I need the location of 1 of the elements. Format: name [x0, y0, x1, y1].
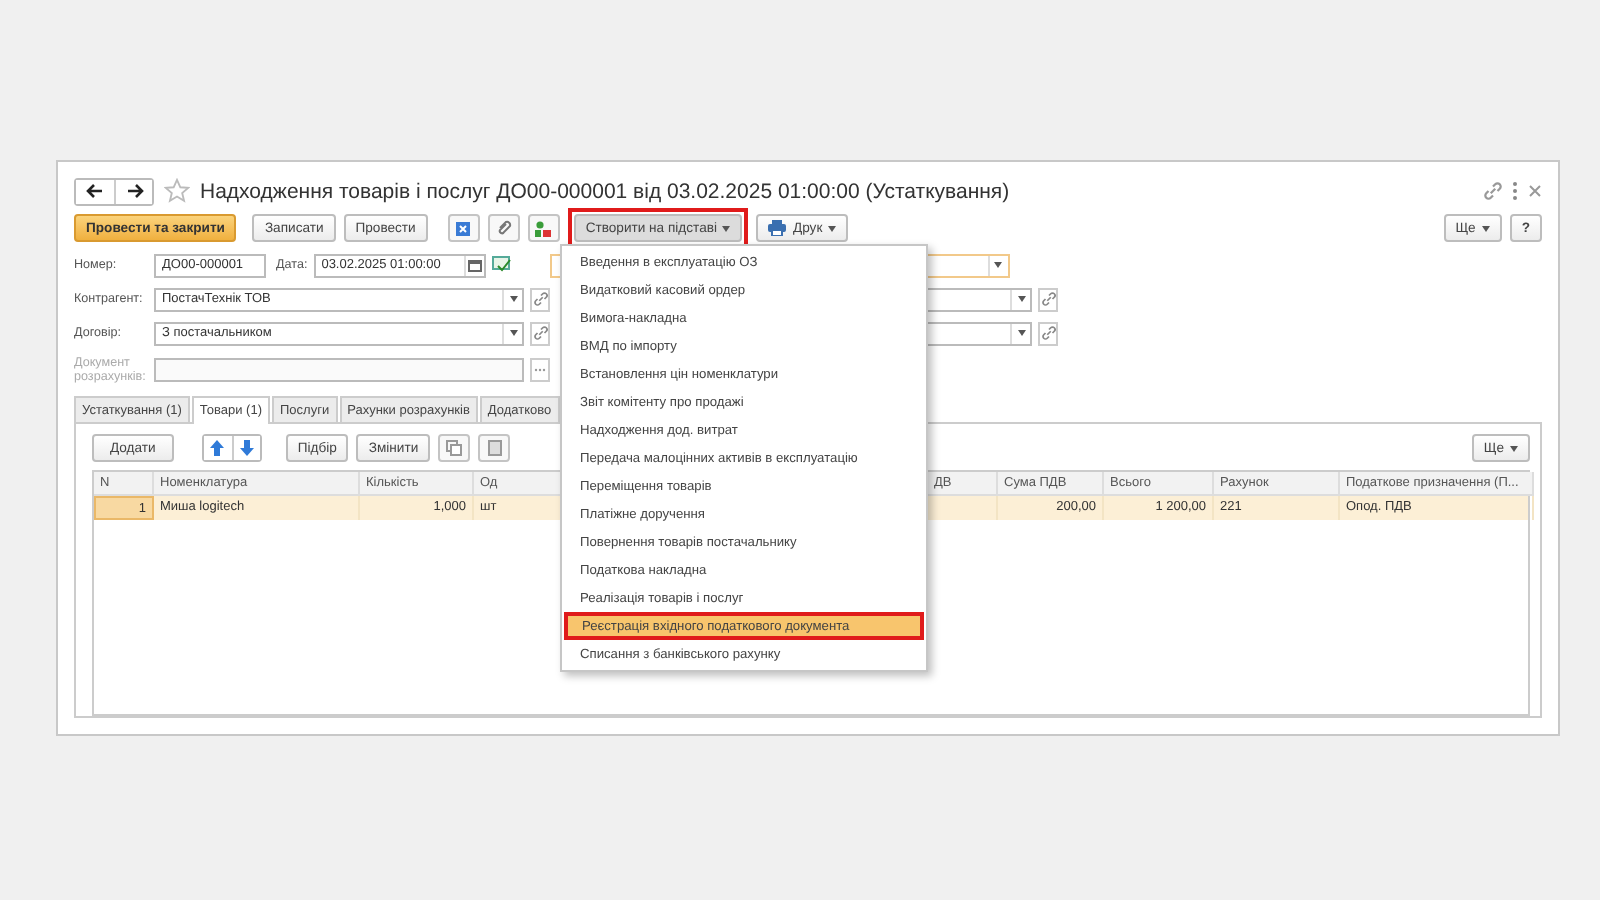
window-title: Надходження товарів і послуг ДО00-000001 від 03.02.2025 01:00:00 (Устаткування): [200, 179, 1010, 203]
